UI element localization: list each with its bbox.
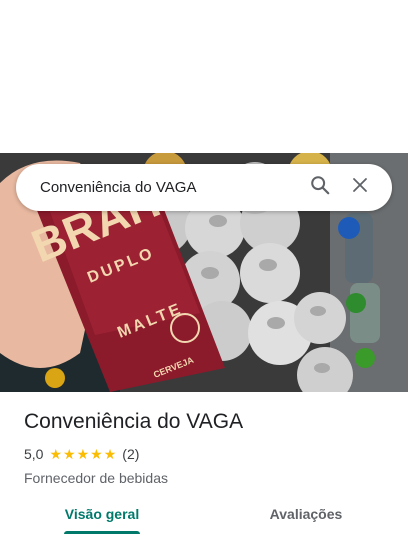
star-icon: ★ [49, 446, 63, 462]
tab-reviews[interactable]: Avaliações [204, 493, 408, 534]
star-icon: ★ [63, 446, 76, 462]
search-button[interactable] [300, 168, 340, 208]
top-blank-area [0, 0, 408, 153]
clear-search-button[interactable] [340, 168, 380, 208]
search-input[interactable]: Conveniência do VAGA [40, 179, 300, 196]
rating-stars: ★ ★ ★ ★ ★ [49, 447, 116, 461]
place-category: Fornecedor de bebidas [24, 470, 168, 486]
search-bar[interactable]: Conveniência do VAGA [16, 164, 392, 211]
rating-value: 5,0 [24, 446, 44, 462]
star-icon: ★ [90, 446, 103, 462]
place-title: Conveniência do VAGA [24, 410, 244, 433]
tab-overview[interactable]: Visão geral [0, 493, 204, 534]
star-icon: ★ [103, 446, 117, 462]
search-icon [309, 174, 331, 201]
review-count[interactable]: (2) [122, 446, 139, 462]
rating-row[interactable]: 5,0 ★ ★ ★ ★ ★ (2) [24, 444, 394, 464]
tab-bar: Visão geral Avaliações [0, 493, 408, 544]
star-icon: ★ [76, 446, 90, 462]
close-icon [351, 176, 369, 199]
place-info: Conveniência do VAGA 5,0 ★ ★ ★ ★ ★ (2) F… [24, 408, 394, 488]
